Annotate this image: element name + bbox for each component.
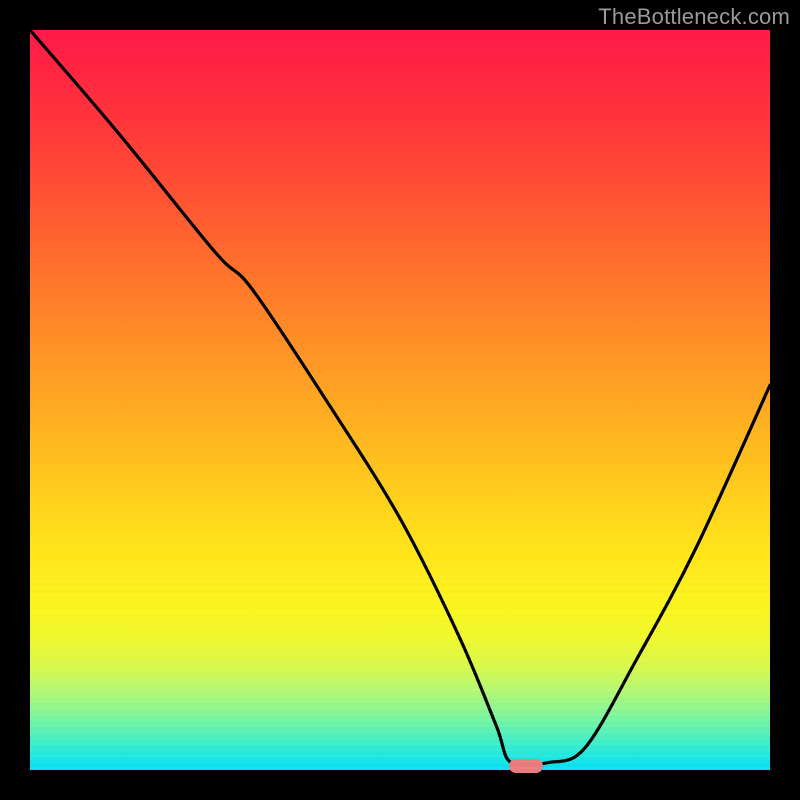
plot-area	[30, 30, 770, 770]
optimal-point-marker	[509, 759, 543, 773]
chart-frame: TheBottleneck.com	[0, 0, 800, 800]
watermark-text: TheBottleneck.com	[598, 4, 790, 30]
bottleneck-curve	[30, 30, 770, 770]
